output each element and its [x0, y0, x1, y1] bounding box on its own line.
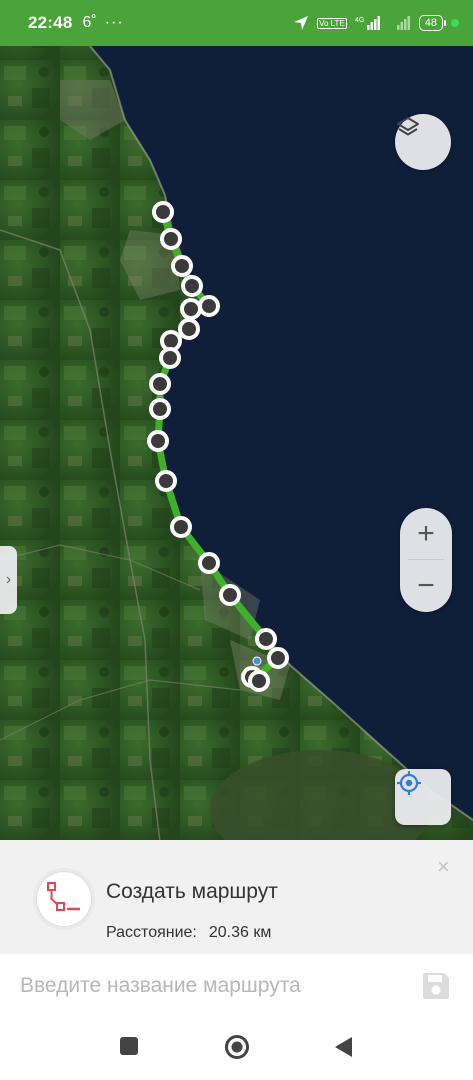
locate-me-button[interactable] — [395, 769, 451, 825]
crosshair-icon — [397, 771, 421, 795]
system-nav-bar — [0, 1018, 473, 1080]
waypoint — [180, 298, 202, 320]
save-route-button[interactable] — [420, 970, 452, 1002]
volte-icon: Vo LTE — [317, 17, 347, 29]
distance-value: 20.36 км — [208, 924, 272, 941]
route-name-input[interactable] — [20, 966, 400, 1006]
home-circle-icon[interactable] — [224, 1034, 250, 1060]
waypoint — [170, 516, 192, 538]
waypoint — [198, 295, 220, 317]
route-panel-title: Создать маршрут — [106, 880, 278, 903]
route-distance: Расстояние: 20.36 км — [106, 924, 271, 942]
status-bar: 22:48 6˚ ··· Vo LTE 4G 48 — [0, 0, 473, 46]
waypoint — [198, 552, 220, 574]
back-triangle-icon[interactable] — [332, 1035, 354, 1059]
signal-weak-icon — [396, 16, 410, 30]
route-icon — [33, 868, 95, 930]
waypoint — [171, 255, 193, 277]
waypoint — [267, 647, 289, 669]
zoom-in-button[interactable]: + — [400, 508, 452, 560]
waypoint — [149, 373, 171, 395]
waypoint — [248, 670, 270, 692]
waypoint — [178, 318, 200, 340]
waypoint — [160, 228, 182, 250]
current-location-dot — [252, 656, 262, 666]
waypoint — [147, 430, 169, 452]
waypoint — [152, 201, 174, 223]
map-view[interactable]: + − › — [0, 46, 473, 842]
zoom-controls: + − — [400, 508, 452, 612]
temperature: 6˚ — [82, 14, 97, 31]
clock: 22:48 — [28, 13, 73, 32]
waypoint — [255, 628, 277, 650]
layers-button[interactable] — [395, 114, 451, 170]
satellite-map — [0, 46, 473, 842]
layers-icon — [397, 117, 419, 136]
signal-4g-label: 4G — [355, 17, 364, 24]
waypoint — [159, 347, 181, 369]
waypoint — [219, 584, 241, 606]
close-panel-button[interactable]: × — [437, 854, 450, 880]
battery-icon: 48 — [418, 15, 447, 31]
waypoint — [149, 398, 171, 420]
waypoint — [181, 275, 203, 297]
more-notifications-icon: ··· — [104, 14, 124, 31]
waypoint — [155, 470, 177, 492]
location-arrow-icon — [294, 16, 309, 30]
status-icons: Vo LTE 4G 48 — [293, 15, 459, 31]
privacy-indicator-icon — [451, 19, 459, 27]
side-drawer-handle[interactable]: › — [0, 546, 17, 614]
signal-4g-icon: 4G — [355, 16, 380, 30]
route-name-bar — [0, 956, 473, 1018]
distance-label: Расстояние: — [106, 924, 197, 941]
recents-square-icon[interactable] — [119, 1036, 139, 1056]
zoom-out-button[interactable]: − — [400, 560, 452, 612]
